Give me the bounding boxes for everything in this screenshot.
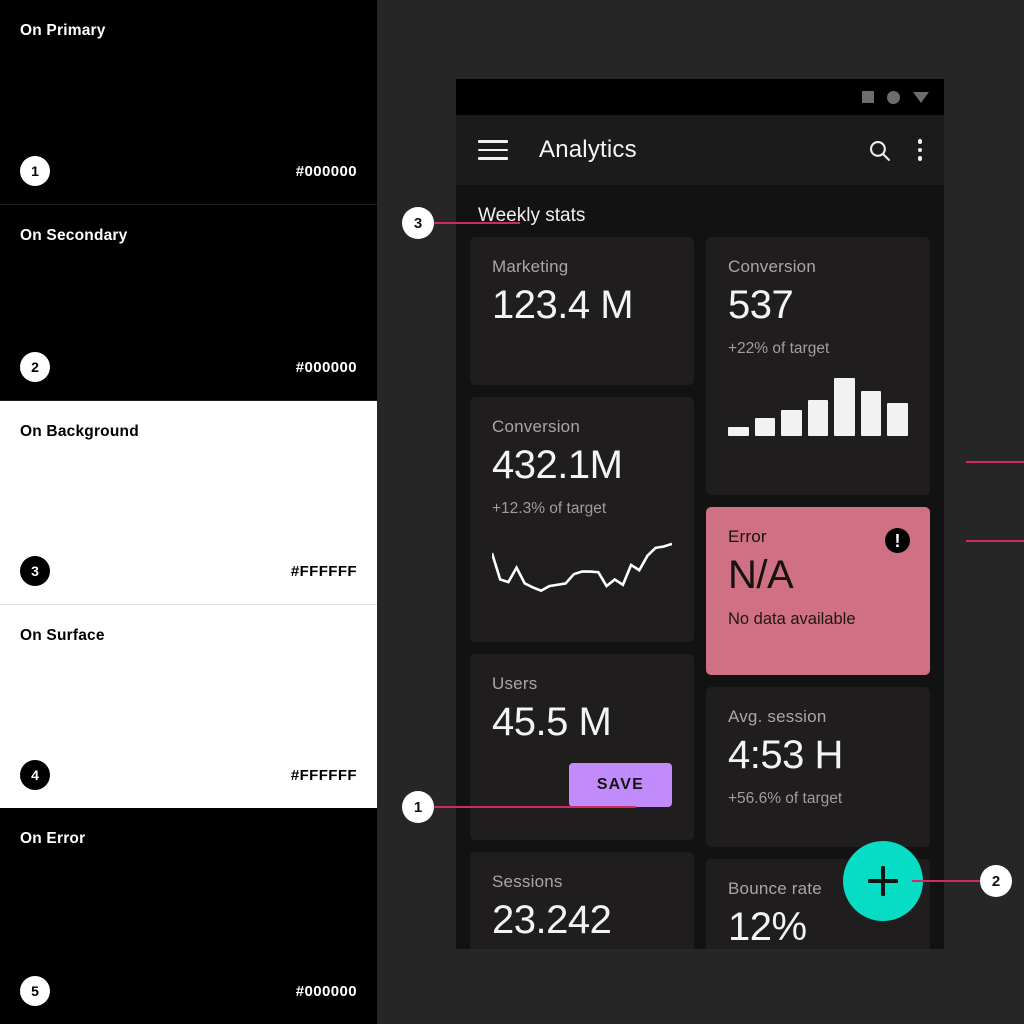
callout-3: 3 — [402, 207, 520, 239]
card-label: Sessions — [492, 872, 563, 891]
swatch-hex-value: #FFFFFF — [290, 562, 357, 580]
stats-column-right: Conversion 537 +22% of target Error ! N/… — [706, 237, 930, 949]
swatch-footer: 2 #000000 — [20, 352, 357, 382]
callout-1: 1 — [402, 791, 636, 823]
card-conversion-line[interactable]: Conversion 432.1M +12.3% of target — [470, 397, 694, 642]
swatch-marker: 3 — [20, 556, 50, 586]
stats-column-left: Marketing 123.4 M Conversion 432.1M +12.… — [470, 237, 694, 949]
swatch-on-secondary[interactable]: On Secondary 2 #000000 — [0, 205, 377, 401]
card-label: Conversion — [728, 257, 816, 276]
bar-chart-bar — [754, 417, 776, 436]
swatch-on-surface[interactable]: On Surface 4 #FFFFFF — [0, 605, 377, 808]
callout-number: 1 — [402, 791, 434, 823]
swatch-footer: 1 #000000 — [20, 156, 357, 186]
card-avg-session[interactable]: Avg. session 4:53 H +56.6% of target — [706, 687, 930, 847]
bar-chart-bar — [728, 427, 749, 436]
swatch-footer: 3 #FFFFFF — [20, 556, 357, 586]
callout-leader-line — [434, 806, 636, 808]
card-conversion-bar[interactable]: Conversion 537 +22% of target — [706, 237, 930, 495]
swatch-marker: 5 — [20, 976, 50, 1006]
card-label: Avg. session — [728, 707, 827, 726]
card-label: Marketing — [492, 257, 569, 276]
plus-icon — [868, 866, 898, 896]
card-value: 537 — [728, 283, 794, 327]
status-bar — [456, 79, 944, 115]
overflow-menu-icon[interactable] — [917, 139, 922, 161]
bar-chart — [728, 372, 909, 436]
callout-leader-line — [912, 880, 980, 882]
card-label: Users — [492, 674, 538, 693]
card-marketing[interactable]: Marketing 123.4 M — [470, 237, 694, 385]
swatch-footer: 4 #FFFFFF — [20, 760, 357, 790]
page-title: Analytics — [539, 136, 637, 163]
circle-icon — [887, 90, 900, 104]
card-sessions[interactable]: Sessions 23.242 — [470, 852, 694, 949]
app-bar-actions — [867, 138, 922, 163]
error-badge-icon[interactable]: ! — [885, 528, 910, 553]
swatch-on-primary[interactable]: On Primary 1 #000000 — [0, 0, 377, 205]
bar-chart-bar — [807, 400, 829, 436]
section-title: Weekly stats — [456, 185, 944, 237]
swatch-label: On Error — [20, 830, 86, 847]
triangle-down-icon — [913, 91, 929, 103]
callout-4: 4 — [966, 446, 1024, 478]
card-subtext: +22% of target — [728, 340, 830, 357]
callout-2: 2 — [912, 865, 1012, 897]
swatch-hex-value: #FFFFFF — [290, 766, 357, 784]
card-value: 4:53 H — [728, 733, 843, 777]
swatch-on-background[interactable]: On Background 3 #FFFFFF — [0, 401, 377, 605]
swatch-label: On Primary — [20, 22, 106, 39]
callout-5: 5 — [966, 525, 1024, 557]
swatch-label: On Surface — [20, 627, 105, 644]
card-value: 23.242 — [492, 898, 612, 942]
bar-chart-bar — [860, 390, 882, 436]
callout-leader-line — [966, 461, 1024, 463]
card-subtext: +56.6% of target — [728, 790, 843, 807]
bar-chart-bar — [887, 402, 909, 436]
swatch-hex-value: #000000 — [295, 982, 357, 1000]
card-error[interactable]: Error ! N/A No data available — [706, 507, 930, 675]
line-chart — [492, 528, 672, 594]
bar-chart-bar — [834, 377, 855, 436]
card-value: 432.1M — [492, 443, 623, 487]
callout-number: 3 — [402, 207, 434, 239]
swatch-footer: 5 #000000 — [20, 976, 357, 1006]
swatch-label: On Secondary — [20, 227, 128, 244]
callout-number: 2 — [980, 865, 1012, 897]
swatch-marker: 1 — [20, 156, 50, 186]
card-subtext: +12.3% of target — [492, 500, 607, 517]
bar-chart-bar — [781, 409, 802, 436]
search-icon[interactable] — [867, 138, 892, 163]
card-value: 45.5 M — [492, 700, 612, 744]
card-value: 123.4 M — [492, 283, 634, 327]
swatch-on-error[interactable]: On Error 5 #000000 — [0, 808, 377, 1024]
square-icon — [862, 91, 874, 103]
card-label: Conversion — [492, 417, 580, 436]
swatch-hex-value: #000000 — [295, 358, 357, 376]
swatch-hex-value: #000000 — [295, 162, 357, 180]
callout-leader-line — [434, 222, 520, 224]
screenshot-root: On Primary 1 #000000 On Secondary 2 #000… — [0, 0, 1024, 1024]
color-swatch-panel: On Primary 1 #000000 On Secondary 2 #000… — [0, 0, 377, 1024]
card-value: N/A — [728, 553, 794, 597]
hamburger-menu-icon[interactable] — [478, 140, 508, 160]
floating-action-button[interactable] — [843, 841, 923, 921]
swatch-marker: 2 — [20, 352, 50, 382]
callout-leader-line — [966, 540, 1024, 542]
card-label: Error — [728, 527, 767, 546]
app-bar: Analytics — [456, 115, 944, 185]
swatch-marker: 4 — [20, 760, 50, 790]
swatch-label: On Background — [20, 423, 139, 440]
card-subtext: No data available — [728, 610, 856, 628]
